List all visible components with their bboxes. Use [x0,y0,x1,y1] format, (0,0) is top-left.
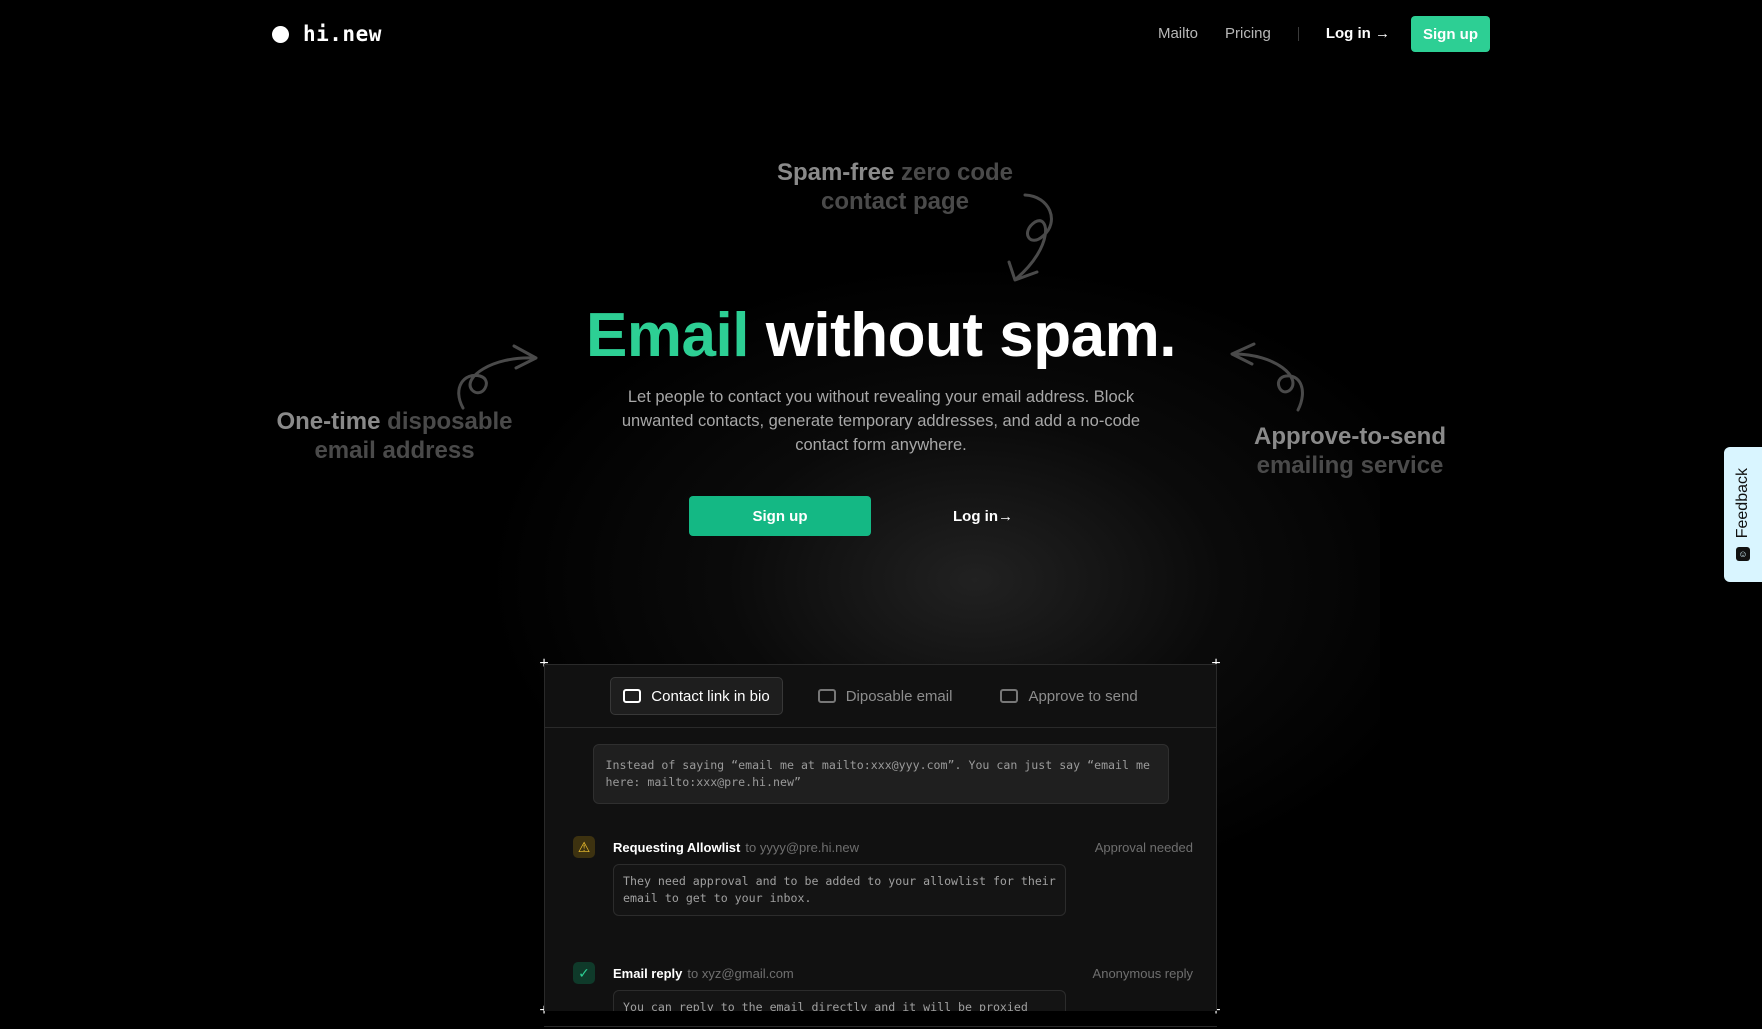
nav-divider [1297,27,1299,41]
list-item: ✓ Email reply to xyz@gmail.com Anonymous… [573,962,1193,1011]
nav-links: Mailto Pricing Log in → Sign up [1158,16,1490,52]
feedback-tab[interactable]: Feedback ☺ [1724,447,1762,582]
row-header: ⚠ Requesting Allowlist to yyyy@pre.hi.ne… [573,836,1193,858]
hero-title-highlight: Email [586,301,749,370]
demo-tabs: Contact link in bio Diposable email Appr… [545,665,1216,728]
feedback-label: Feedback [1734,468,1751,539]
logo-dot-icon [272,25,289,43]
annotation-one-time: One-time disposable email address [262,407,527,465]
row-recipient: to xyz@gmail.com [687,965,794,981]
row-recipient: to yyyy@pre.hi.new [745,839,859,855]
nav-link-pricing[interactable]: Pricing [1225,17,1271,51]
tab-contact-link[interactable]: Contact link in bio [610,677,783,715]
status-badge: Approval needed [1094,839,1193,855]
info-note: Instead of saying “email me at mailto:xx… [592,744,1169,804]
archive-icon [1000,689,1019,703]
annotation-strong: Approve-to-send [1254,423,1446,450]
hero-login-link[interactable]: Log in→ [953,496,1013,536]
annotation-spam-free: Spam-free zero code contact page [760,158,1030,216]
brand-name: hi.new [303,22,382,46]
row-header: ✓ Email reply to xyz@gmail.com Anonymous… [573,962,1193,984]
tab-label: Approve to send [1028,687,1138,705]
demo-panel: Contact link in bio Diposable email Appr… [544,664,1217,1011]
row-title: Email reply [613,965,683,981]
hero-title-rest: without spam. [765,301,1177,370]
row-title: Requesting Allowlist [613,839,741,855]
nav-signup-button[interactable]: Sign up [1411,16,1490,52]
hero-subtitle: Let people to contact you without reveal… [621,388,1141,454]
tab-approve-to-send[interactable]: Approve to send [987,677,1150,715]
curly-arrow-down-icon [1007,193,1053,282]
hero-title: Email without spam. [0,300,1762,371]
row-body: You can reply to the email directly and … [613,990,1066,1011]
warning-icon: ⚠ [573,836,595,858]
nav-link-mailto[interactable]: Mailto [1158,17,1198,51]
logo[interactable]: hi.new [272,22,382,46]
hero-signup-button[interactable]: Sign up [689,496,871,536]
list-item: ⚠ Requesting Allowlist to yyyy@pre.hi.ne… [573,836,1193,916]
inbox-icon [623,689,642,703]
row-body: They need approval and to be added to yo… [613,864,1066,916]
status-badge: Anonymous reply [1092,965,1193,981]
divider [544,1026,1217,1027]
tab-disposable-email[interactable]: Diposable email [805,677,966,715]
feedback-icon: ☺ [1736,546,1750,561]
annotation-weak: emailing service [1256,452,1444,479]
top-nav: hi.new Mailto Pricing Log in → Sign up [0,0,1762,68]
tab-label: Diposable email [845,687,953,705]
check-icon: ✓ [573,962,595,984]
tab-label: Contact link in bio [651,687,770,705]
annotation-strong: One-time [276,408,381,435]
annotation-strong: Spam-free [776,159,895,186]
annotation-approve-to-send: Approve-to-send emailing service [1235,422,1465,480]
tray-icon [817,689,836,703]
nav-login-link[interactable]: Log in → [1326,17,1390,51]
